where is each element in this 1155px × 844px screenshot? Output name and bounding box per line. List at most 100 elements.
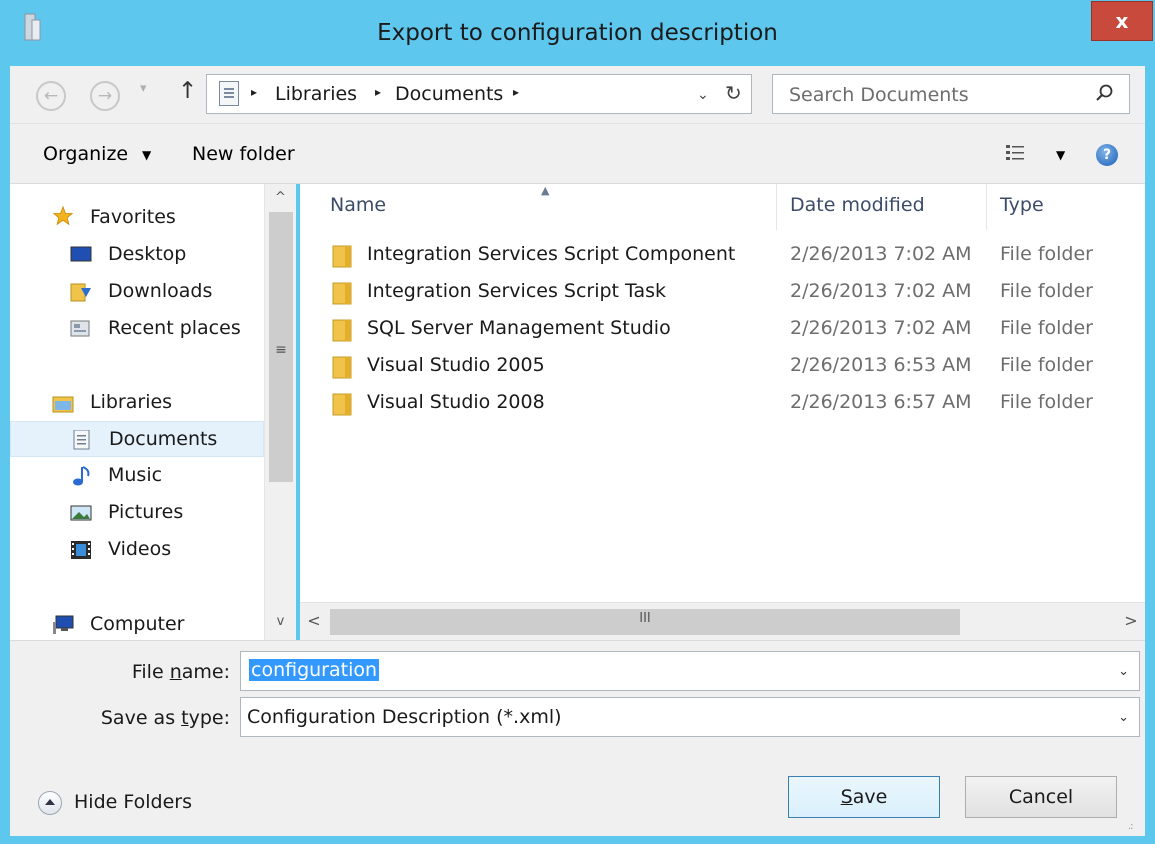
pictures-icon bbox=[70, 505, 92, 521]
file-name-field[interactable]: configuration ⌄ bbox=[240, 651, 1140, 691]
save-as-type-select[interactable]: Configuration Description (*.xml) ⌄ bbox=[240, 697, 1140, 737]
table-row[interactable]: Visual Studio 2008 2/26/2013 6:57 AM Fil… bbox=[300, 385, 1145, 422]
table-row[interactable]: Visual Studio 2005 2/26/2013 6:53 AM Fil… bbox=[300, 348, 1145, 385]
address-bar[interactable]: ▸ Libraries ▸ Documents ▸ ⌄ ↻ bbox=[206, 74, 752, 114]
file-name: Integration Services Script Task bbox=[367, 280, 667, 302]
folder-icon bbox=[332, 319, 352, 342]
sidebar-item-label: Downloads bbox=[108, 280, 213, 302]
sidebar-item-label: Videos bbox=[108, 538, 172, 560]
label-text: File bbox=[131, 661, 170, 683]
save-as-type-value: Configuration Description (*.xml) bbox=[247, 706, 562, 728]
search-icon[interactable] bbox=[1095, 83, 1115, 103]
save-label: ave bbox=[852, 786, 888, 808]
scroll-down-button[interactable]: v bbox=[265, 608, 296, 636]
breadcrumb-separator[interactable]: ▸ bbox=[375, 85, 381, 99]
table-row[interactable]: SQL Server Management Studio 2/26/2013 7… bbox=[300, 311, 1145, 348]
navigation-pane-scrollbar[interactable]: ^ ≡ v bbox=[264, 184, 296, 640]
file-date: 2/26/2013 6:53 AM bbox=[790, 354, 972, 376]
label-accelerator: t bbox=[181, 707, 189, 729]
close-button[interactable]: x bbox=[1091, 1, 1153, 41]
organize-dropdown-icon[interactable]: ▼ bbox=[142, 148, 151, 162]
downloads-icon bbox=[70, 283, 91, 302]
scrollbar-thumb[interactable]: ≡ bbox=[269, 212, 293, 482]
file-type: File folder bbox=[1000, 280, 1093, 302]
file-date: 2/26/2013 7:02 AM bbox=[790, 243, 972, 265]
help-icon[interactable]: ? bbox=[1096, 144, 1118, 166]
chevron-down-icon[interactable]: ⌄ bbox=[1118, 710, 1129, 725]
column-header-date-modified[interactable]: Date modified bbox=[777, 184, 987, 230]
save-accelerator: S bbox=[840, 786, 853, 808]
scrollbar-thumb[interactable]: III bbox=[330, 609, 960, 635]
sidebar-item-pictures[interactable]: Pictures bbox=[10, 495, 264, 531]
file-name: Visual Studio 2005 bbox=[367, 354, 545, 376]
scroll-up-button[interactable]: ^ bbox=[265, 184, 296, 212]
label-text: ype: bbox=[188, 707, 230, 729]
breadcrumb-separator[interactable]: ▸ bbox=[251, 85, 257, 99]
folder-icon bbox=[332, 282, 352, 305]
window-title: Export to configuration description bbox=[377, 20, 778, 46]
change-view-icon[interactable] bbox=[1004, 142, 1026, 164]
address-history-chevron-icon[interactable]: ⌄ bbox=[697, 87, 709, 103]
up-button[interactable]: ↑ bbox=[178, 78, 197, 104]
scrollbar-grip-icon: ≡ bbox=[275, 342, 287, 358]
file-name: Visual Studio 2008 bbox=[367, 391, 545, 413]
breadcrumb-separator[interactable]: ▸ bbox=[513, 85, 519, 99]
file-date: 2/26/2013 7:02 AM bbox=[790, 280, 972, 302]
chevron-down-icon[interactable]: ⌄ bbox=[1118, 664, 1129, 679]
file-date: 2/26/2013 6:57 AM bbox=[790, 391, 972, 413]
sidebar-item-documents[interactable]: Documents bbox=[10, 421, 264, 457]
folder-icon bbox=[332, 393, 352, 416]
new-folder-button[interactable]: New folder bbox=[192, 143, 295, 165]
file-name: SQL Server Management Studio bbox=[367, 317, 671, 339]
file-type: File folder bbox=[1000, 391, 1093, 413]
column-header-name[interactable]: Name bbox=[300, 184, 777, 230]
sidebar-item-recent-places[interactable]: Recent places bbox=[10, 311, 264, 347]
organize-button[interactable]: Organize bbox=[43, 143, 128, 165]
computer-icon bbox=[53, 615, 74, 634]
videos-icon bbox=[71, 541, 91, 559]
back-button[interactable]: ← bbox=[36, 81, 66, 111]
file-name-input[interactable]: configuration bbox=[249, 659, 380, 681]
title-bar[interactable]: Export to configuration description x bbox=[0, 0, 1155, 66]
refresh-icon[interactable]: ↻ bbox=[725, 81, 742, 105]
breadcrumb-libraries[interactable]: Libraries bbox=[275, 83, 357, 105]
hide-folders-button[interactable]: Hide Folders bbox=[74, 791, 192, 813]
sidebar-item-videos[interactable]: Videos bbox=[10, 532, 264, 568]
file-date: 2/26/2013 7:02 AM bbox=[790, 317, 972, 339]
scroll-right-button[interactable]: > bbox=[1117, 603, 1145, 640]
sidebar-item-label: Recent places bbox=[108, 317, 241, 339]
music-icon bbox=[73, 466, 90, 486]
file-name: Integration Services Script Component bbox=[367, 243, 736, 265]
file-name-label: File name: bbox=[90, 661, 230, 683]
view-options-dropdown-icon[interactable]: ▼ bbox=[1056, 148, 1065, 162]
label-text: ame: bbox=[181, 661, 230, 683]
sidebar-item-downloads[interactable]: Downloads bbox=[10, 274, 264, 310]
cancel-button[interactable]: Cancel bbox=[965, 776, 1117, 818]
sidebar-item-libraries[interactable]: Libraries bbox=[10, 385, 264, 421]
sidebar-item-label: Desktop bbox=[108, 243, 187, 265]
sidebar-item-music[interactable]: Music bbox=[10, 458, 264, 494]
file-type: File folder bbox=[1000, 317, 1093, 339]
search-input[interactable]: Search Documents bbox=[789, 84, 969, 106]
sidebar-item-label: Computer bbox=[90, 613, 185, 635]
command-bar: Organize ▼ New folder ▼ ? bbox=[10, 124, 1145, 184]
sidebar-item-desktop[interactable]: Desktop bbox=[10, 237, 264, 273]
search-box[interactable]: Search Documents bbox=[772, 74, 1130, 114]
save-button[interactable]: Save bbox=[788, 776, 940, 818]
save-as-type-label: Save as type: bbox=[70, 707, 230, 729]
sidebar-item-computer[interactable]: Computer bbox=[10, 607, 264, 640]
recent-locations-dropdown[interactable]: ▾ bbox=[140, 81, 147, 96]
resize-grip-icon[interactable]: .: bbox=[1128, 821, 1133, 832]
hide-folders-icon[interactable] bbox=[38, 791, 62, 815]
breadcrumb-documents[interactable]: Documents bbox=[395, 83, 503, 105]
sidebar-item-favorites[interactable]: Favorites bbox=[10, 200, 264, 236]
libraries-icon bbox=[52, 396, 74, 413]
file-list-horizontal-scrollbar[interactable]: < III > bbox=[300, 602, 1145, 640]
forward-button[interactable]: → bbox=[90, 81, 120, 111]
table-row[interactable]: Integration Services Script Task 2/26/20… bbox=[300, 274, 1145, 311]
column-header-type[interactable]: Type bbox=[987, 184, 1145, 230]
export-dialog: Export to configuration description x ← … bbox=[0, 0, 1155, 844]
sidebar-item-label: Favorites bbox=[90, 206, 176, 228]
table-row[interactable]: Integration Services Script Component 2/… bbox=[300, 237, 1145, 274]
scroll-left-button[interactable]: < bbox=[300, 603, 328, 640]
